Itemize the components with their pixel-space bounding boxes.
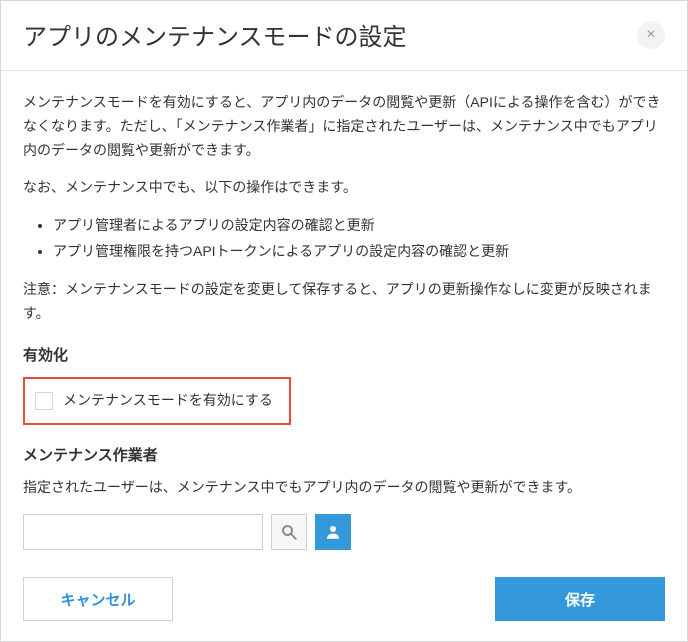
intro-paragraph-1: メンテナンスモードを有効にすると、アプリ内のデータの閲覧や更新（APIによる操作… [23, 91, 665, 162]
search-icon [280, 523, 298, 541]
dialog-title: アプリのメンテナンスモードの設定 [23, 17, 407, 52]
dialog-footer: キャンセル 保存 [1, 561, 687, 641]
worker-search-input[interactable] [23, 514, 263, 550]
worker-org-picker-button[interactable] [315, 514, 351, 550]
enable-heading: 有効化 [23, 343, 665, 369]
workers-heading: メンテナンス作業者 [23, 443, 665, 469]
intro-paragraph-2: なお、メンテナンス中でも、以下の操作はできます。 [23, 176, 665, 200]
dialog-header: アプリのメンテナンスモードの設定 × [1, 1, 687, 71]
intro-bullet-2: アプリ管理権限を持つAPIトークンによるアプリの設定内容の確認と更新 [53, 240, 665, 264]
workers-description: 指定されたユーザーは、メンテナンス中でもアプリ内のデータの閲覧や更新ができます。 [23, 476, 665, 500]
cancel-button[interactable]: キャンセル [23, 577, 173, 621]
close-button[interactable]: × [637, 21, 665, 49]
worker-search-button[interactable] [271, 514, 307, 550]
enable-checkbox[interactable] [35, 392, 53, 410]
person-icon [324, 523, 342, 541]
worker-picker-row [23, 514, 665, 550]
intro-bullet-list: アプリ管理者によるアプリの設定内容の確認と更新 アプリ管理権限を持つAPIトーク… [23, 214, 665, 264]
dialog-body: メンテナンスモードを有効にすると、アプリ内のデータの閲覧や更新（APIによる操作… [1, 71, 687, 561]
save-button[interactable]: 保存 [495, 577, 665, 621]
intro-bullet-1: アプリ管理者によるアプリの設定内容の確認と更新 [53, 214, 665, 238]
close-icon: × [646, 27, 655, 43]
enable-checkbox-row[interactable]: メンテナンスモードを有効にする [23, 377, 291, 425]
intro-note: 注意：メンテナンスモードの設定を変更して保存すると、アプリの更新操作なしに変更が… [23, 278, 665, 326]
maintenance-mode-dialog: アプリのメンテナンスモードの設定 × メンテナンスモードを有効にすると、アプリ内… [1, 1, 687, 641]
enable-checkbox-label: メンテナンスモードを有効にする [63, 389, 273, 413]
